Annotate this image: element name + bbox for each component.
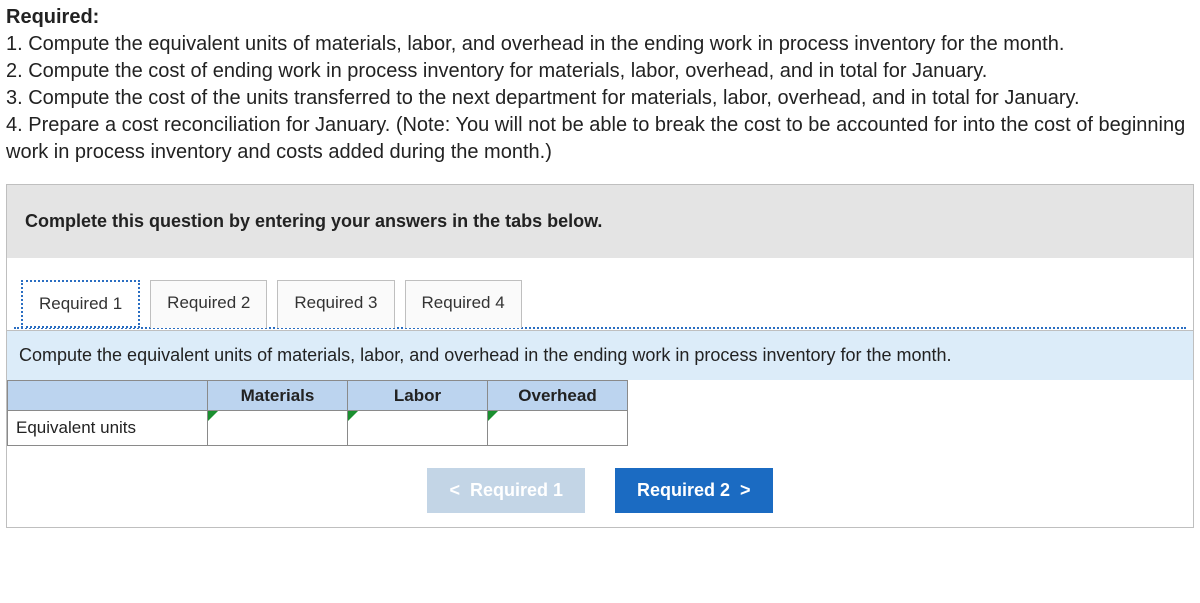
- cell-overhead[interactable]: [488, 411, 628, 446]
- nav-row: < Required 1 Required 2 >: [7, 446, 1193, 527]
- next-button-label: Required 2: [637, 480, 730, 501]
- table-corner-blank: [8, 381, 208, 411]
- prompt-line-3: 3. Compute the cost of the units transfe…: [6, 87, 1080, 109]
- required-heading: Required:: [6, 6, 99, 28]
- prev-button-label: Required 1: [470, 480, 563, 501]
- input-materials[interactable]: [216, 415, 339, 441]
- input-marker-icon: [348, 411, 358, 421]
- row-label-equivalent-units: Equivalent units: [8, 411, 208, 446]
- input-overhead[interactable]: [496, 415, 619, 441]
- cell-labor[interactable]: [348, 411, 488, 446]
- chevron-left-icon: <: [449, 480, 460, 501]
- input-marker-icon: [208, 411, 218, 421]
- instruction-bar: Complete this question by entering your …: [7, 185, 1193, 258]
- input-marker-icon: [488, 411, 498, 421]
- prompt-line-2: 2. Compute the cost of ending work in pr…: [6, 60, 987, 82]
- tab-required-4[interactable]: Required 4: [405, 280, 522, 328]
- tab-subprompt: Compute the equivalent units of material…: [7, 330, 1193, 380]
- equivalent-units-table: Materials Labor Overhead Equivalent unit…: [7, 380, 628, 446]
- prompt-line-1: 1. Compute the equivalent units of mater…: [6, 33, 1064, 55]
- tab-required-2[interactable]: Required 2: [150, 280, 267, 328]
- cell-materials[interactable]: [208, 411, 348, 446]
- col-header-labor: Labor: [348, 381, 488, 411]
- col-header-materials: Materials: [208, 381, 348, 411]
- table-row: Equivalent units: [8, 411, 628, 446]
- col-header-overhead: Overhead: [488, 381, 628, 411]
- tab-required-1[interactable]: Required 1: [21, 280, 140, 328]
- answer-container: Complete this question by entering your …: [6, 184, 1194, 528]
- tab-required-3[interactable]: Required 3: [277, 280, 394, 328]
- tabs-row: Required 1 Required 2 Required 3 Require…: [7, 258, 1193, 328]
- chevron-right-icon: >: [740, 480, 751, 501]
- next-button[interactable]: Required 2 >: [615, 468, 773, 513]
- prompt-line-4: 4. Prepare a cost reconciliation for Jan…: [6, 114, 1185, 163]
- prev-button[interactable]: < Required 1: [427, 468, 585, 513]
- input-labor[interactable]: [356, 415, 479, 441]
